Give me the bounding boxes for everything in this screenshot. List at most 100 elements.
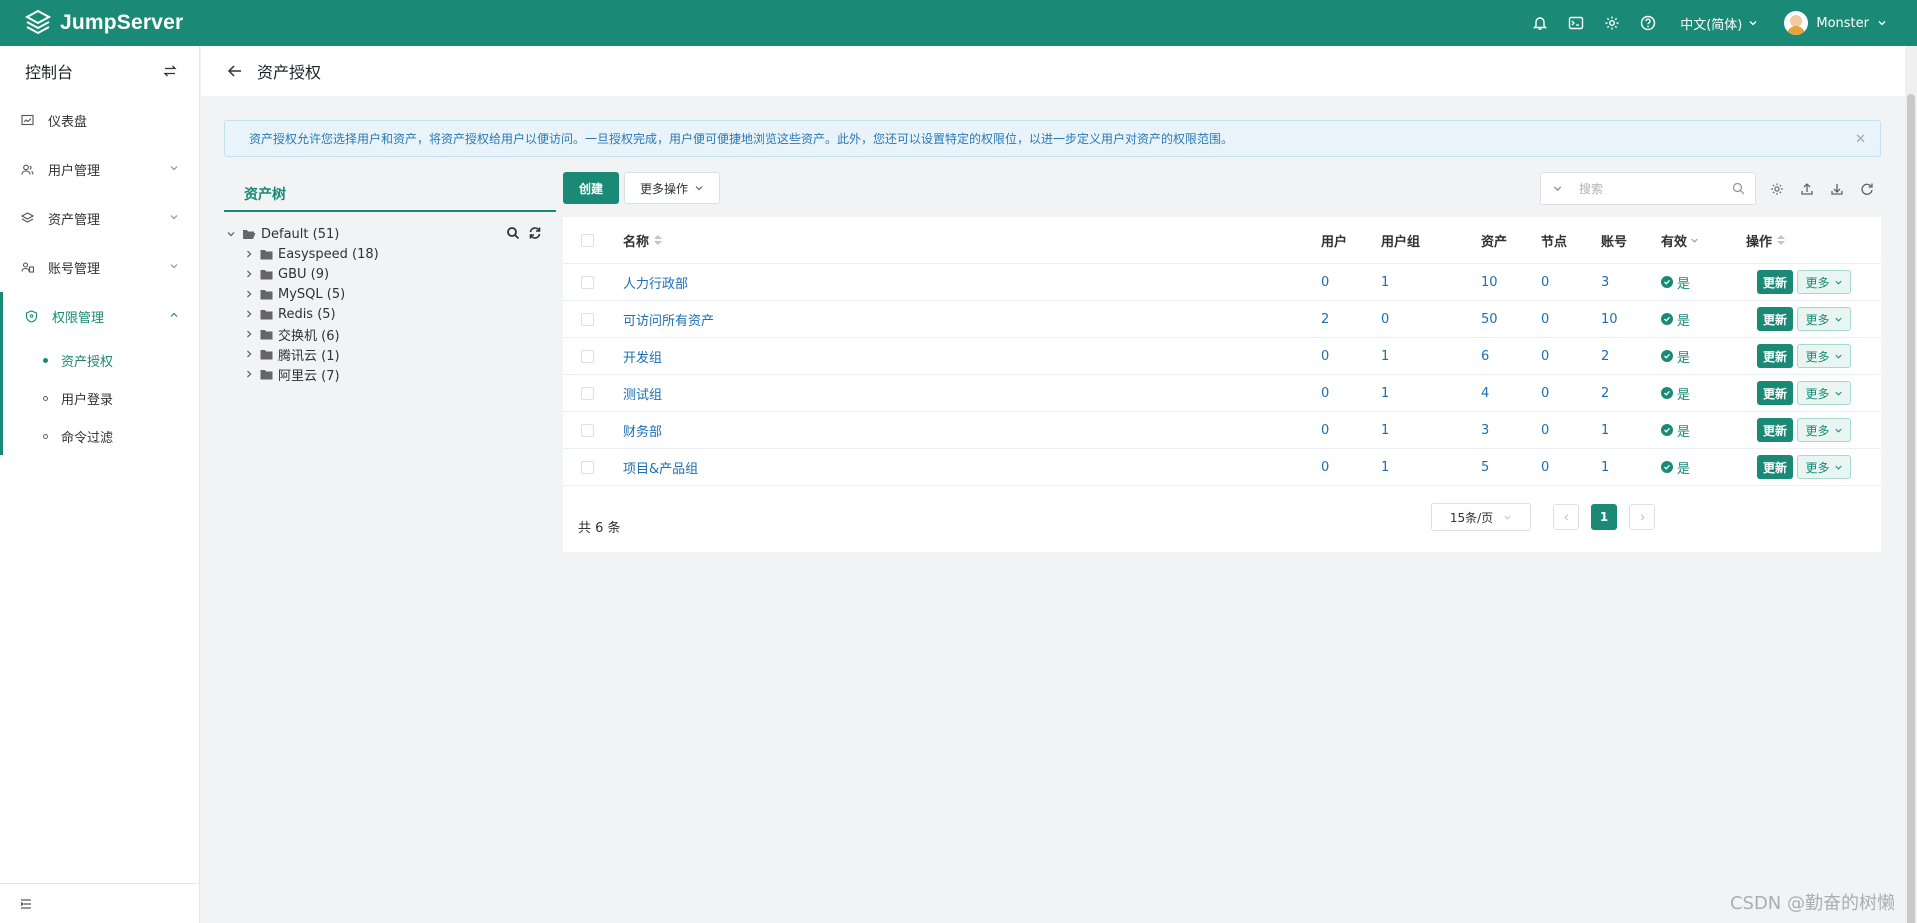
users-count[interactable]: 2 (1321, 301, 1329, 337)
more-actions-button[interactable]: 更多操作 (624, 172, 720, 204)
chevron-right-icon[interactable] (242, 367, 256, 381)
chevron-right-icon[interactable] (242, 327, 256, 341)
user-groups-count[interactable]: 1 (1381, 449, 1389, 485)
row-more-button[interactable]: 更多 (1797, 344, 1851, 368)
tree-node[interactable]: MySQL (5) (224, 284, 556, 304)
language-selector[interactable]: 中文(简体) (1680, 14, 1758, 33)
column-header-actions[interactable]: 操作 (1746, 217, 1786, 263)
chevron-right-icon[interactable] (242, 307, 256, 321)
collapse-sidebar-icon[interactable] (20, 898, 32, 910)
users-count[interactable]: 0 (1321, 449, 1329, 485)
nodes-count[interactable]: 0 (1541, 301, 1549, 337)
chevron-right-icon[interactable] (242, 247, 256, 261)
assets-count[interactable]: 4 (1481, 375, 1489, 411)
row-more-button[interactable]: 更多 (1797, 418, 1851, 442)
users-count[interactable]: 0 (1321, 338, 1329, 374)
scrollbar-track[interactable] (1905, 46, 1917, 923)
permission-name-link[interactable]: 项目&产品组 (623, 449, 698, 485)
help-icon[interactable] (1630, 0, 1666, 46)
row-checkbox[interactable] (581, 423, 594, 437)
permission-name-link[interactable]: 财务部 (623, 412, 662, 448)
sidebar-item-dashboard[interactable]: 仪表盘 (0, 96, 199, 145)
user-groups-count[interactable]: 1 (1381, 412, 1389, 448)
row-checkbox[interactable] (581, 386, 594, 400)
sidebar-item-permissions[interactable]: 权限管理 (0, 292, 199, 341)
search-input[interactable] (1579, 181, 1729, 196)
sidebar-subitem-command-filter[interactable]: 命令过滤 (0, 417, 199, 455)
page-number-button[interactable]: 1 (1591, 504, 1617, 530)
accounts-count[interactable]: 3 (1601, 264, 1609, 300)
user-groups-count[interactable]: 0 (1381, 301, 1389, 337)
row-checkbox[interactable] (581, 460, 594, 474)
chevron-right-icon[interactable] (242, 267, 256, 281)
row-checkbox[interactable] (581, 312, 594, 326)
tree-node[interactable]: 阿里云 (7) (224, 364, 556, 384)
nodes-count[interactable]: 0 (1541, 264, 1549, 300)
settings-icon[interactable] (1768, 180, 1786, 198)
create-button[interactable]: 创建 (563, 172, 619, 204)
column-header-name[interactable]: 名称 (623, 217, 663, 263)
next-page-button[interactable] (1629, 504, 1655, 530)
switch-view-icon[interactable] (163, 64, 177, 78)
tree-node[interactable]: Redis (5) (224, 304, 556, 324)
nodes-count[interactable]: 0 (1541, 375, 1549, 411)
scrollbar-thumb[interactable] (1907, 94, 1915, 923)
permission-name-link[interactable]: 可访问所有资产 (623, 301, 714, 337)
tree-node[interactable]: GBU (9) (224, 264, 556, 284)
sidebar-subitem-asset-permission[interactable]: 资产授权 (0, 341, 199, 379)
search-icon[interactable] (1732, 182, 1745, 195)
chevron-right-icon[interactable] (242, 287, 256, 301)
download-icon[interactable] (1828, 180, 1846, 198)
bell-icon[interactable] (1522, 0, 1558, 46)
users-count[interactable]: 0 (1321, 375, 1329, 411)
search-filter-dropdown[interactable] (1541, 173, 1573, 204)
assets-count[interactable]: 10 (1481, 264, 1498, 300)
update-button[interactable]: 更新 (1757, 381, 1793, 405)
chevron-down-icon[interactable] (224, 227, 238, 241)
users-count[interactable]: 0 (1321, 412, 1329, 448)
permission-name-link[interactable]: 人力行政部 (623, 264, 688, 300)
sidebar-item-assets[interactable]: 资产管理 (0, 194, 199, 243)
update-button[interactable]: 更新 (1757, 455, 1793, 479)
assets-count[interactable]: 5 (1481, 449, 1489, 485)
tree-node[interactable]: 腾讯云 (1) (224, 344, 556, 364)
assets-count[interactable]: 6 (1481, 338, 1489, 374)
accounts-count[interactable]: 10 (1601, 301, 1618, 337)
accounts-count[interactable]: 2 (1601, 375, 1609, 411)
upload-icon[interactable] (1798, 180, 1816, 198)
row-checkbox[interactable] (581, 275, 594, 289)
page-size-select[interactable]: 15条/页 (1431, 503, 1531, 531)
tree-node[interactable]: Easyspeed (18) (224, 244, 556, 264)
permission-name-link[interactable]: 开发组 (623, 338, 662, 374)
update-button[interactable]: 更新 (1757, 270, 1793, 294)
user-groups-count[interactable]: 1 (1381, 375, 1389, 411)
user-groups-count[interactable]: 1 (1381, 264, 1389, 300)
user-groups-count[interactable]: 1 (1381, 338, 1389, 374)
sidebar-item-users[interactable]: 用户管理 (0, 145, 199, 194)
update-button[interactable]: 更新 (1757, 307, 1793, 331)
select-all-checkbox[interactable] (581, 233, 594, 247)
row-more-button[interactable]: 更多 (1797, 270, 1851, 294)
back-arrow-icon[interactable] (227, 63, 243, 79)
users-count[interactable]: 0 (1321, 264, 1329, 300)
assets-count[interactable]: 50 (1481, 301, 1498, 337)
sidebar-item-accounts[interactable]: 账号管理 (0, 243, 199, 292)
accounts-count[interactable]: 2 (1601, 338, 1609, 374)
terminal-icon[interactable] (1558, 0, 1594, 46)
nodes-count[interactable]: 0 (1541, 449, 1549, 485)
row-more-button[interactable]: 更多 (1797, 381, 1851, 405)
prev-page-button[interactable] (1553, 504, 1579, 530)
permission-name-link[interactable]: 测试组 (623, 375, 662, 411)
accounts-count[interactable]: 1 (1601, 412, 1609, 448)
row-more-button[interactable]: 更多 (1797, 307, 1851, 331)
nodes-count[interactable]: 0 (1541, 338, 1549, 374)
close-icon[interactable]: ✕ (1855, 132, 1866, 147)
app-logo[interactable]: JumpServer (24, 9, 183, 37)
accounts-count[interactable]: 1 (1601, 449, 1609, 485)
tree-node[interactable]: 交换机 (6) (224, 324, 556, 344)
tab-asset-tree[interactable]: 资产树 (224, 178, 556, 212)
gear-icon[interactable] (1594, 0, 1630, 46)
row-more-button[interactable]: 更多 (1797, 455, 1851, 479)
update-button[interactable]: 更新 (1757, 418, 1793, 442)
tree-node-root[interactable]: Default (51) (224, 224, 556, 244)
